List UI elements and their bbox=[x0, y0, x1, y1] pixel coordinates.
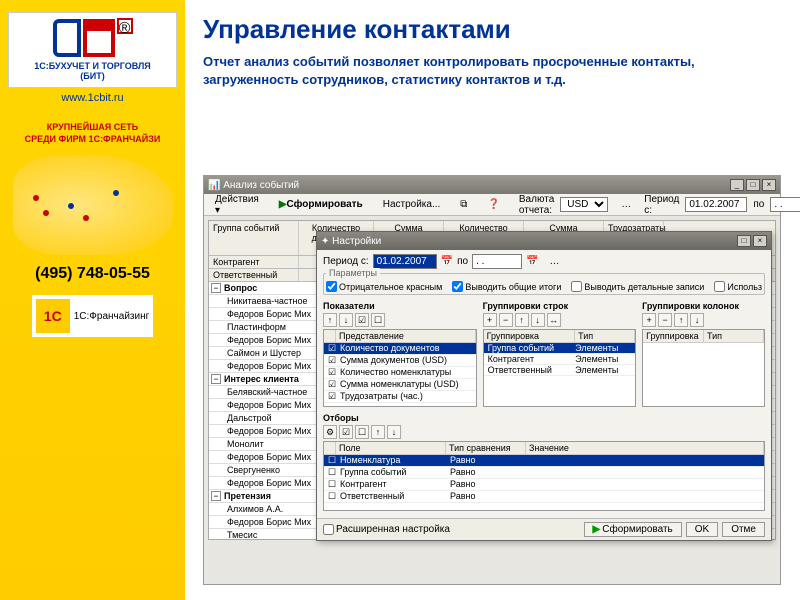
col-groups-list[interactable]: ГруппировкаТип bbox=[642, 329, 765, 407]
close-button[interactable]: × bbox=[762, 179, 776, 191]
dlg-form-button[interactable]: ▶Сформировать bbox=[584, 522, 682, 537]
form-button[interactable]: ▶Сформировать bbox=[272, 197, 370, 212]
list-item[interactable]: ☐КонтрагентРавно bbox=[324, 479, 764, 491]
chk-negative-red[interactable]: Отрицательное красным bbox=[326, 281, 442, 292]
list-item[interactable]: КонтрагентЭлементы bbox=[484, 354, 636, 365]
dlg-period-label: Период с: bbox=[323, 256, 369, 267]
actions-menu[interactable]: Действия ▾ bbox=[208, 192, 266, 218]
chk-props[interactable]: Использовать свойства и катего bbox=[714, 281, 762, 292]
move-down-icon[interactable]: ↓ bbox=[339, 313, 353, 327]
currency-select[interactable]: USD bbox=[560, 197, 608, 212]
list-item[interactable]: ☑Трудозатраты (час.) bbox=[324, 391, 476, 403]
calendar-icon[interactable]: 📅 bbox=[526, 256, 538, 267]
window-titlebar: 📊 Анализ событий _ □ × bbox=[204, 176, 780, 194]
dlg-period-picker[interactable]: … bbox=[543, 254, 567, 269]
list-item[interactable]: ☐ОтветственныйРавно bbox=[324, 491, 764, 503]
tagline: КРУПНЕЙШАЯ СЕТЬСРЕДИ ФИРМ 1С:ФРАНЧАЙЗИ bbox=[8, 122, 177, 145]
1c-franchise-badge: 1C1С:Франчайзинг bbox=[32, 295, 154, 337]
maximize-button[interactable]: □ bbox=[746, 179, 760, 191]
currency-picker[interactable]: … bbox=[614, 197, 638, 212]
dlg-date-from[interactable] bbox=[373, 254, 437, 269]
report-window: 📊 Анализ событий _ □ × Действия ▾ ▶Сформ… bbox=[203, 175, 781, 585]
dialog-titlebar: ✦ Настройки □ × bbox=[317, 232, 771, 250]
list-item[interactable]: ☐НоменклатураРавно bbox=[324, 455, 764, 467]
filters-title: Отборы bbox=[323, 413, 765, 423]
uncheck-all-icon[interactable]: ☐ bbox=[371, 313, 385, 327]
indicators-list[interactable]: Представление ☑Количество документов☑Сум… bbox=[323, 329, 477, 407]
chk-advanced[interactable]: Расширенная настройка bbox=[323, 524, 450, 535]
indicators-panel: Показатели ↑↓☑☐ Представление ☑Количеств… bbox=[323, 301, 477, 407]
move-up-icon[interactable]: ↑ bbox=[323, 313, 337, 327]
phone-number: (495) 748-05-55 bbox=[8, 265, 177, 283]
minimize-button[interactable]: _ bbox=[730, 179, 744, 191]
date-to-input[interactable] bbox=[770, 197, 800, 212]
col-group: Группа событий bbox=[209, 221, 299, 255]
dialog-close[interactable]: × bbox=[753, 235, 767, 247]
dlg-ok-button[interactable]: OK bbox=[686, 522, 718, 537]
calendar-icon[interactable]: 📅 bbox=[441, 256, 453, 267]
list-item[interactable]: ☑Сумма документов (USD) bbox=[324, 355, 476, 367]
settings-button[interactable]: Настройка... bbox=[376, 197, 448, 212]
dlg-date-to[interactable] bbox=[472, 254, 522, 269]
website-url: www.1cbit.ru bbox=[8, 92, 177, 104]
dlg-cancel-button[interactable]: Отме bbox=[722, 522, 765, 537]
row-groups-panel: Группировки строк +−↑↓↔ ГруппировкаТип Г… bbox=[483, 301, 637, 407]
logo: ® 1С:БУХУЧЕТ И ТОРГОВЛЯ(БИТ) bbox=[8, 12, 177, 88]
row-groups-list[interactable]: ГруппировкаТип Группа событийЭлементыКон… bbox=[483, 329, 637, 407]
chk-totals[interactable]: Выводить общие итоги bbox=[452, 281, 561, 292]
brand-sidebar: ® 1С:БУХУЧЕТ И ТОРГОВЛЯ(БИТ) www.1cbit.r… bbox=[0, 0, 185, 600]
toolbar-icon[interactable]: ❓ bbox=[480, 197, 506, 212]
toolbar-icon[interactable]: ⧉ bbox=[453, 197, 474, 212]
list-item[interactable]: ОтветственныйЭлементы bbox=[484, 365, 636, 376]
list-item[interactable]: ☑Количество номенклатуры bbox=[324, 367, 476, 379]
dialog-maximize[interactable]: □ bbox=[737, 235, 751, 247]
period-label: Период с: bbox=[644, 194, 679, 216]
date-from-input[interactable] bbox=[685, 197, 747, 212]
list-item[interactable]: Группа событийЭлементы bbox=[484, 343, 636, 354]
params-group-title: Параметры bbox=[326, 268, 380, 278]
map-graphic bbox=[13, 155, 173, 255]
list-item[interactable]: ☐Группа событийРавно bbox=[324, 467, 764, 479]
list-item[interactable]: ☑Сумма номенклатуры (USD) bbox=[324, 379, 476, 391]
chk-detail[interactable]: Выводить детальные записи bbox=[571, 281, 704, 292]
page-title: Управление контактами bbox=[203, 14, 782, 45]
settings-dialog: ✦ Настройки □ × Период с: 📅 по 📅 … bbox=[316, 231, 772, 541]
page-subtitle: Отчет анализ событий позволяет контролир… bbox=[203, 53, 782, 88]
report-toolbar: Действия ▾ ▶Сформировать Настройка... ⧉ … bbox=[204, 194, 780, 216]
currency-label: Валюта отчета: bbox=[519, 194, 554, 216]
filters-list[interactable]: ПолеТип сравненияЗначение ☐НоменклатураР… bbox=[323, 441, 765, 511]
list-item[interactable]: ☑Количество документов bbox=[324, 343, 476, 355]
col-groups-panel: Группировки колонок +−↑↓ ГруппировкаТип bbox=[642, 301, 765, 407]
check-all-icon[interactable]: ☑ bbox=[355, 313, 369, 327]
